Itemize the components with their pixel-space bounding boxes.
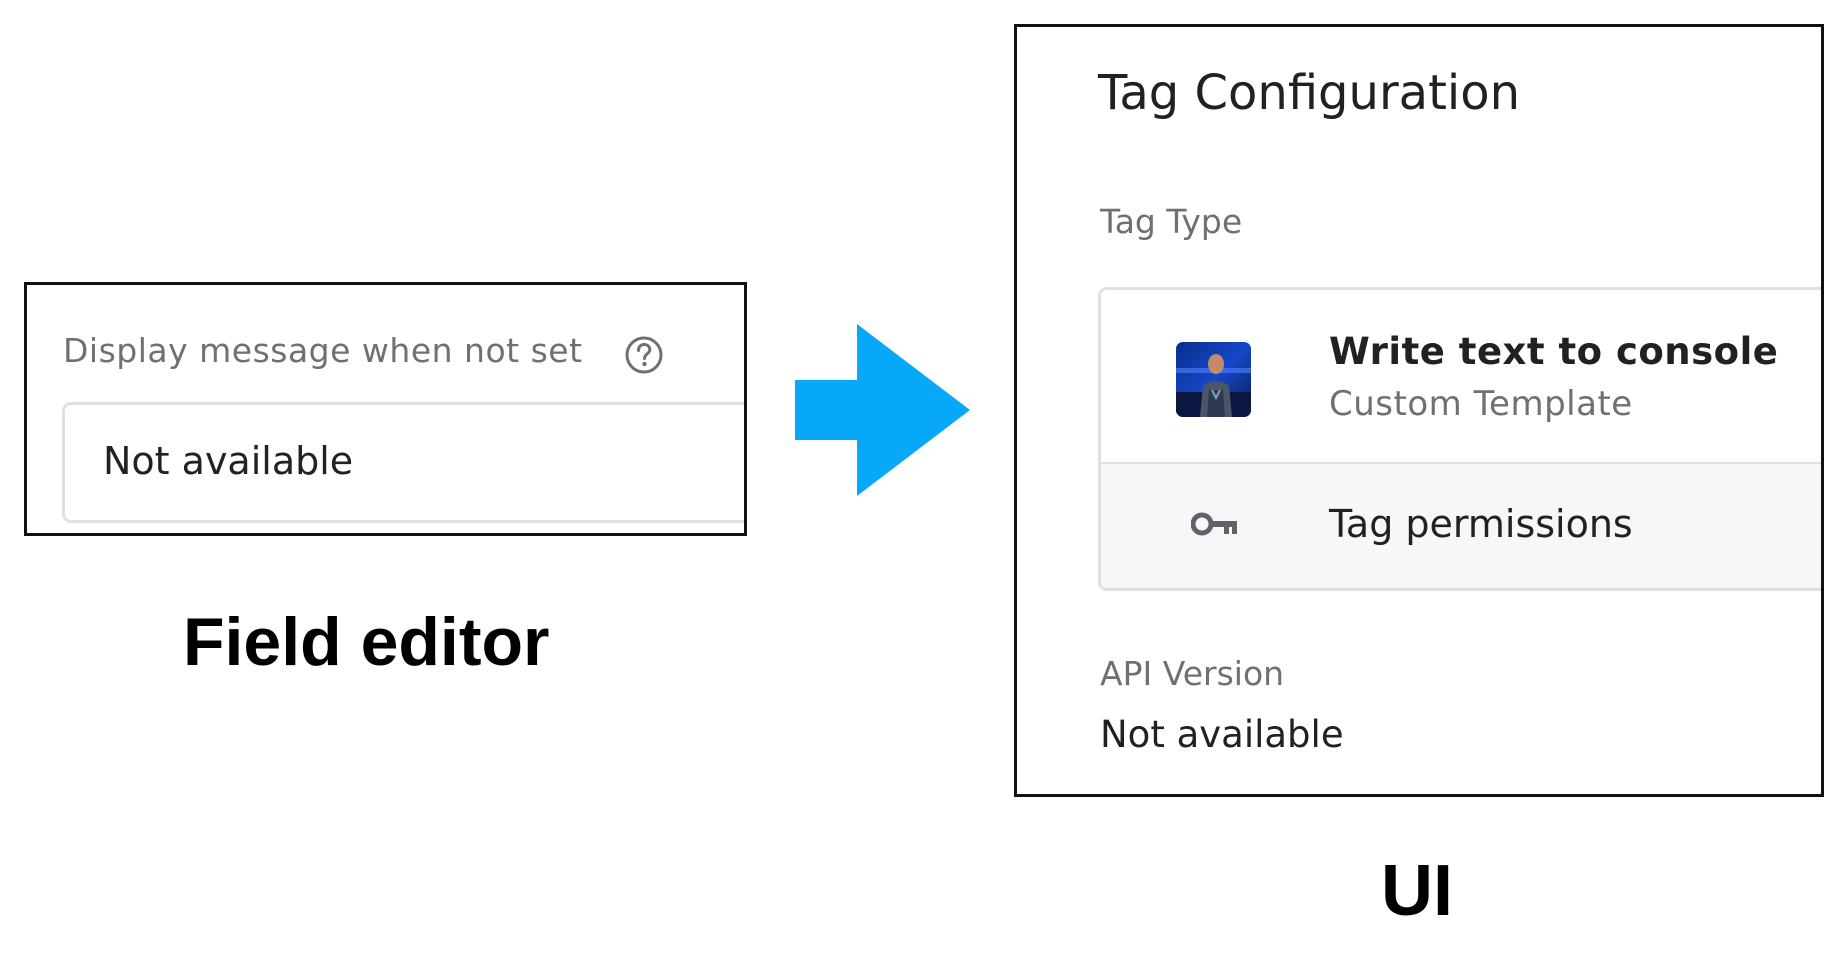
help-circle-icon[interactable] xyxy=(624,335,664,375)
tag-permissions-row[interactable]: Tag permissions xyxy=(1101,464,1821,588)
caption-ui: UI xyxy=(1381,851,1453,931)
right-arrow-icon xyxy=(795,324,970,496)
template-name: Write text to console xyxy=(1329,330,1779,373)
field-editor-panel: Display message when not set Not availab… xyxy=(24,282,747,536)
api-version-value: Not available xyxy=(1100,713,1344,756)
message-input-value: Not available xyxy=(103,439,354,483)
section-title: Tag Configuration xyxy=(1098,65,1521,121)
tag-type-card[interactable]: Write text to console Custom Template Ta… xyxy=(1098,287,1821,591)
message-input[interactable]: Not available xyxy=(62,402,744,523)
field-label: Display message when not set xyxy=(63,331,583,370)
template-row[interactable]: Write text to console Custom Template xyxy=(1101,290,1821,462)
template-type: Custom Template xyxy=(1329,384,1633,424)
tag-configuration-panel: Tag Configuration Tag Type Write text to… xyxy=(1014,24,1824,797)
template-avatar xyxy=(1176,342,1251,417)
key-icon xyxy=(1191,512,1237,536)
tag-type-label: Tag Type xyxy=(1100,202,1243,241)
tag-permissions-label: Tag permissions xyxy=(1329,502,1633,546)
api-version-label: API Version xyxy=(1100,654,1285,693)
caption-field-editor: Field editor xyxy=(183,604,550,680)
